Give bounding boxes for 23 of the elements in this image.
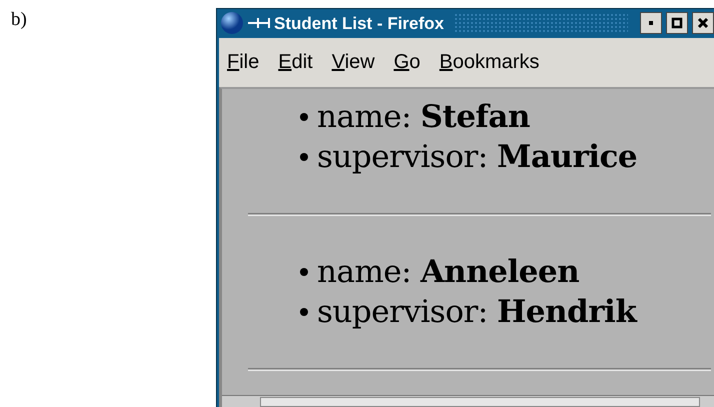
bullet-icon <box>300 308 308 316</box>
list-item-text: supervisor: Hendrik <box>317 293 636 332</box>
bullet-icon <box>300 113 308 121</box>
pin-icon[interactable] <box>248 17 270 30</box>
minimize-button[interactable] <box>640 12 662 34</box>
list-item-text: name: Stefan <box>317 98 530 137</box>
bullet-icon <box>300 153 308 161</box>
close-icon <box>696 16 710 30</box>
menu-item[interactable]: File <box>227 47 260 78</box>
globe-icon[interactable] <box>220 11 244 36</box>
menu-item[interactable]: Edit <box>278 47 313 78</box>
bullet-icon <box>300 268 308 276</box>
menu-item[interactable]: Bookmarks <box>439 47 540 78</box>
close-button[interactable] <box>692 12 714 34</box>
list-item-text: supervisor: Maurice <box>317 138 638 177</box>
figure-label: b) <box>11 8 27 32</box>
scrollbar-thumb[interactable] <box>260 397 700 407</box>
menu-item[interactable]: View <box>332 47 375 78</box>
maximize-button[interactable] <box>666 12 688 34</box>
menu-item[interactable]: Go <box>394 47 420 78</box>
list-item-text: name: Anneleen <box>317 253 580 292</box>
maximize-icon <box>670 16 684 30</box>
window-title: Student List - Firefox <box>274 12 444 35</box>
